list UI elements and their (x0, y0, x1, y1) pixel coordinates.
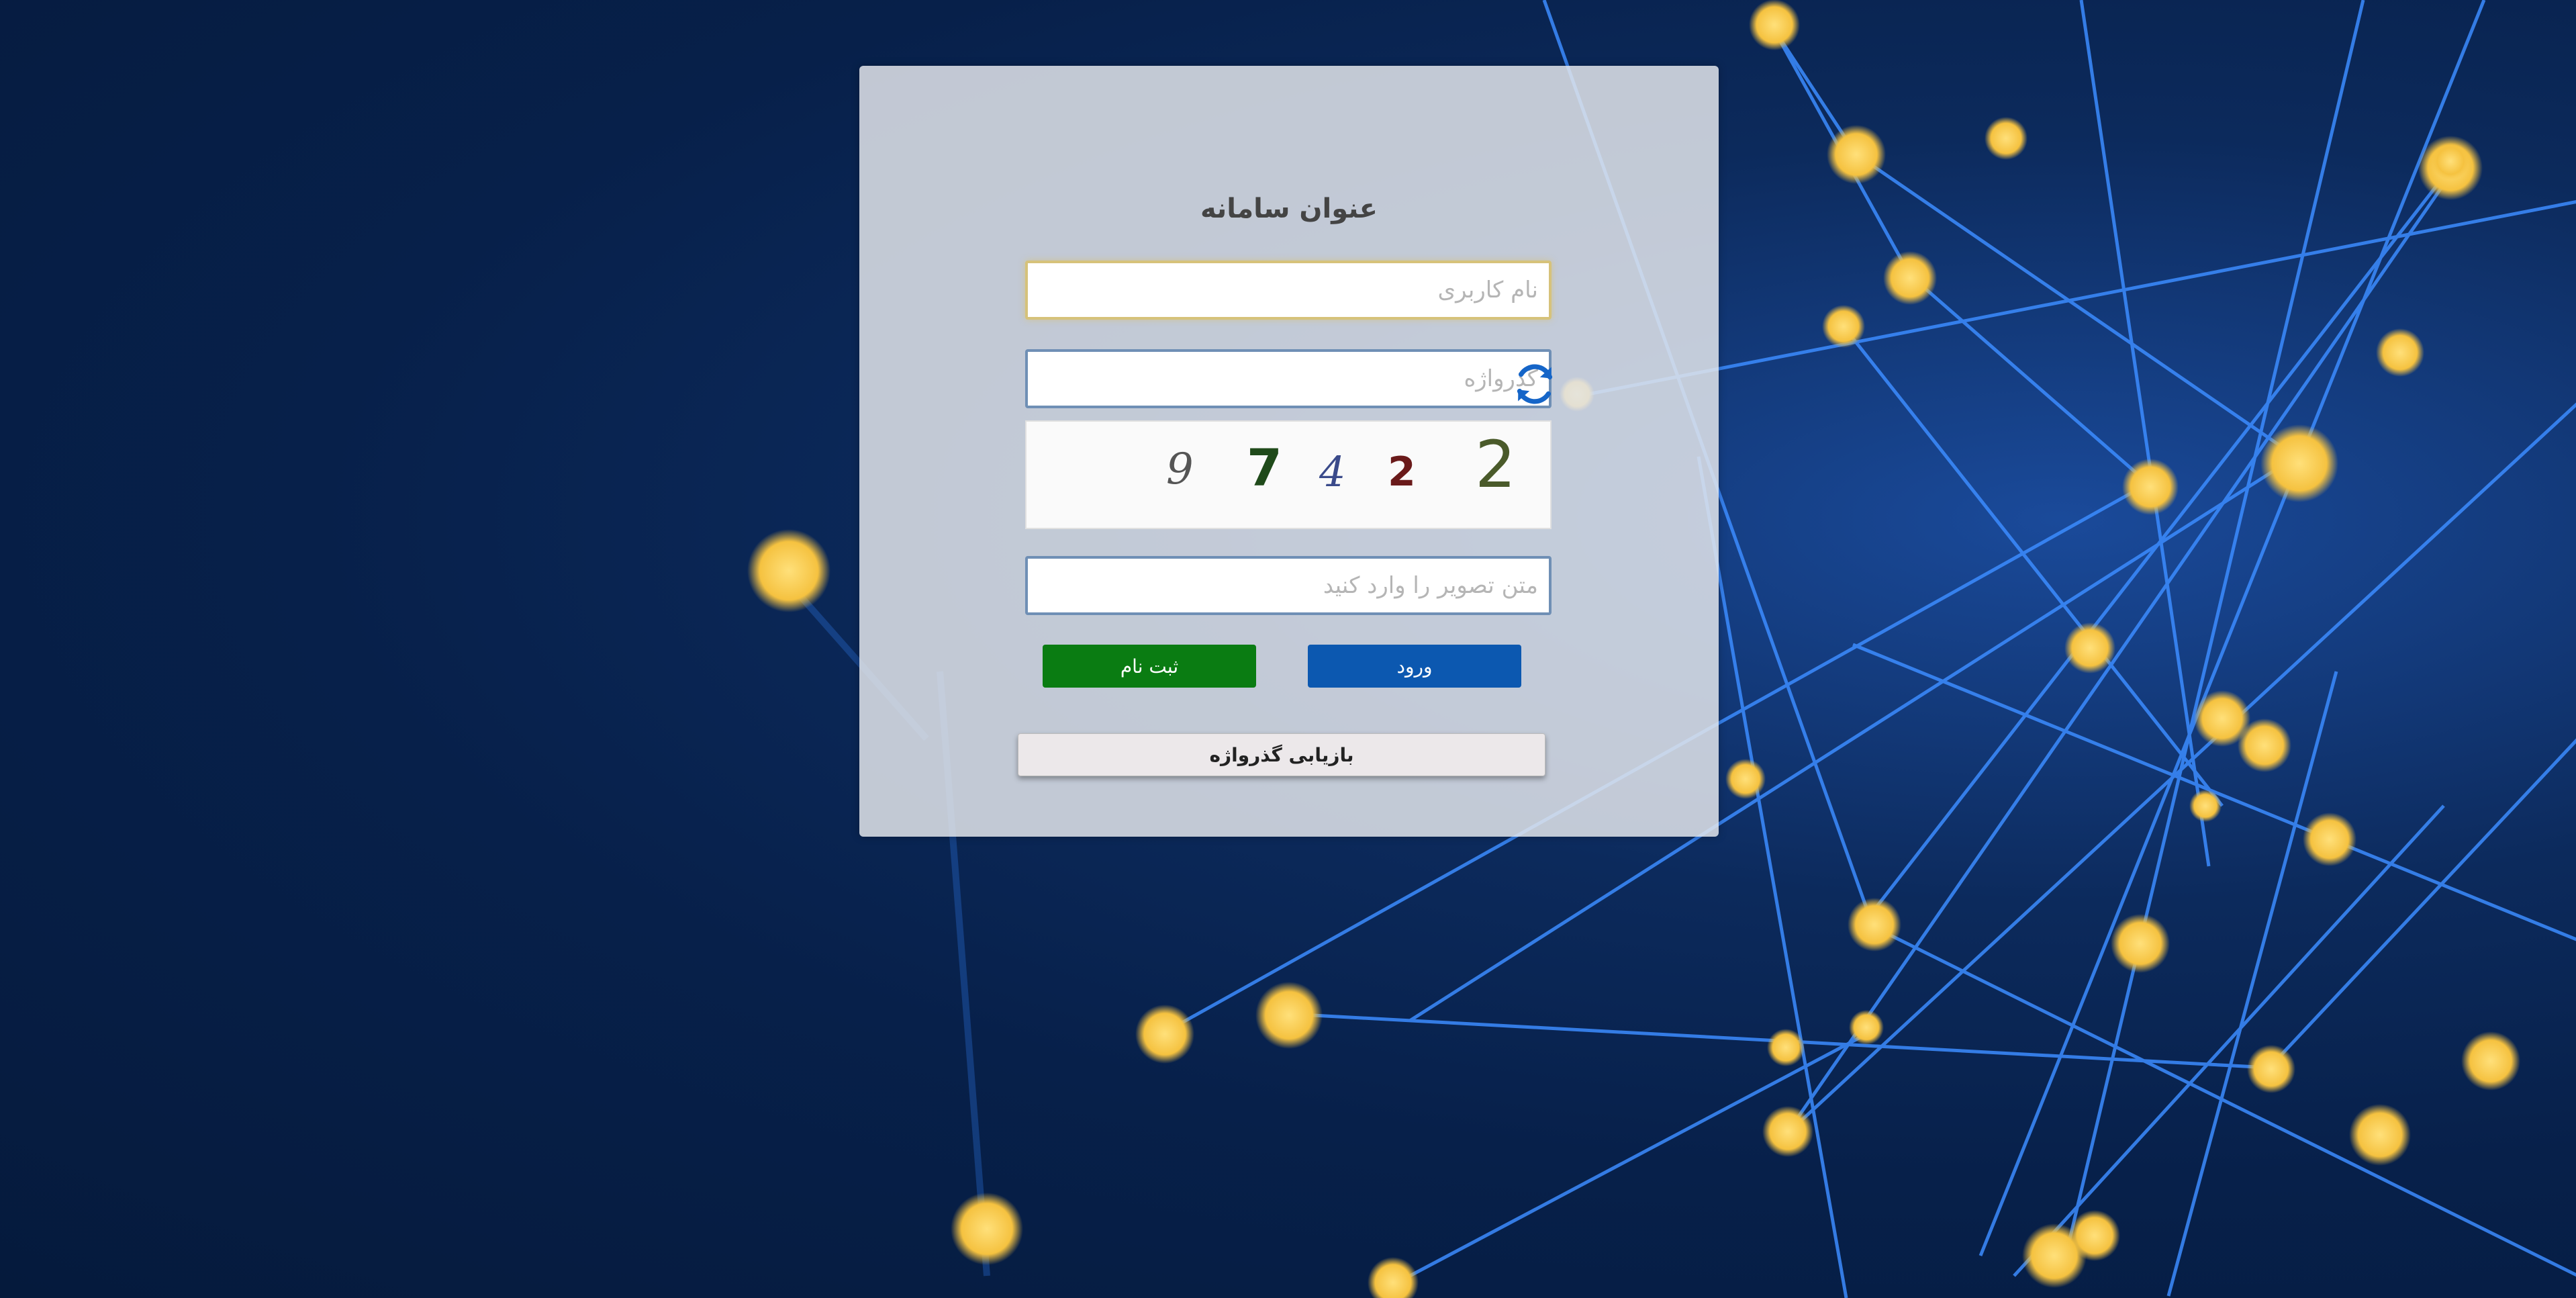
captcha-digit: 4 (1319, 447, 1346, 496)
register-button[interactable]: ثبت نام (1043, 645, 1256, 688)
captcha-digit: 2 (1475, 427, 1517, 502)
refresh-icon (1517, 364, 1553, 404)
refresh-captcha-button[interactable] (1511, 360, 1559, 408)
recover-password-button[interactable]: بازیابی گذرواژه (1018, 733, 1545, 776)
login-panel: عنوان سامانه 9 7 4 2 2 ورود ثبت نام بازی… (859, 66, 1719, 837)
password-input[interactable] (1025, 349, 1552, 408)
captcha-digit: 9 (1166, 445, 1194, 494)
captcha-digit: 2 (1388, 449, 1416, 496)
login-button[interactable]: ورود (1308, 645, 1521, 688)
captcha-input[interactable] (1025, 556, 1552, 615)
captcha-image: 9 7 4 2 2 (1025, 420, 1552, 529)
system-title: عنوان سامانه (1200, 193, 1378, 224)
username-input[interactable] (1025, 261, 1552, 320)
captcha-digit: 7 (1247, 438, 1282, 498)
